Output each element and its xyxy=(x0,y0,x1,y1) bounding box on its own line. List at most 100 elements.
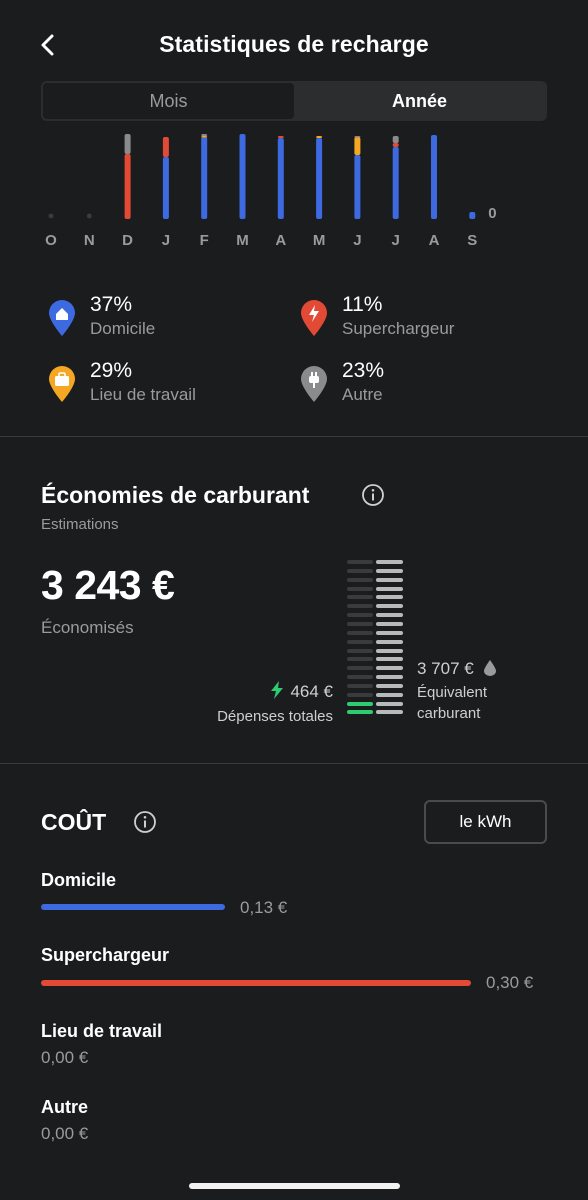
fuel-dash xyxy=(376,613,403,618)
total-spend: 464 € Dépenses totales xyxy=(217,681,333,725)
spend-dash xyxy=(347,675,373,680)
legend-pct: 11% xyxy=(342,293,383,316)
month-tick-label: N xyxy=(84,232,95,249)
cost-value-superchargeur: 0,30 € xyxy=(486,973,534,992)
fuel-dash xyxy=(376,621,403,626)
legend-pct: 29% xyxy=(90,359,133,382)
spend-dash xyxy=(347,710,373,715)
savings-title: Économies de carburant xyxy=(41,482,310,508)
month-tick-label: A xyxy=(275,232,286,249)
briefcase-icon xyxy=(49,366,75,402)
fuel-dash xyxy=(376,675,403,680)
legend-label: Superchargeur xyxy=(342,319,455,338)
fuel-dash xyxy=(376,683,403,688)
unit-toggle-button[interactable]: le kWh xyxy=(424,800,547,844)
cost-value-domicile: 0,13 € xyxy=(240,898,288,917)
spend-dash xyxy=(347,577,373,582)
bar-segment-lieu-de-travail xyxy=(316,136,323,138)
bar-segment-autre xyxy=(392,136,399,143)
month-tick-label: A xyxy=(429,232,440,249)
bar-segment-autre xyxy=(354,136,361,138)
spend-label: Dépenses totales xyxy=(217,708,333,725)
month-tick-label: S xyxy=(467,232,477,249)
tab-mois[interactable]: Mois xyxy=(43,83,294,119)
bar-segment-autre xyxy=(124,134,131,154)
bolt-icon xyxy=(271,681,284,699)
info-icon[interactable] xyxy=(361,483,385,507)
plug-icon xyxy=(301,366,327,402)
month-tick-label: O xyxy=(45,232,57,249)
fuel-equivalent: 3 707 € Équivalent carburant xyxy=(417,659,497,724)
fuel-dash xyxy=(376,701,403,706)
month-tick-label: M xyxy=(313,232,326,249)
bar-segment-domicile xyxy=(239,134,246,219)
spend-tower xyxy=(347,560,375,724)
spend-dash xyxy=(347,630,373,635)
legend-autre: 23% Autre xyxy=(300,359,540,415)
month-tick-label: M xyxy=(236,232,249,249)
spend-value: 464 € xyxy=(290,682,333,701)
fuel-dash xyxy=(376,560,403,564)
spend-dash xyxy=(347,621,373,626)
cost-label-domicile: Domicile xyxy=(41,870,117,890)
bar-segment-superchargeur xyxy=(277,136,284,138)
month-tick-label: J xyxy=(162,232,170,249)
fuel-value-row: 3 707 € xyxy=(417,659,497,679)
fuel-dash xyxy=(376,639,403,644)
cost-value-lieu-de-travail: 0,00 € xyxy=(41,1048,89,1067)
fuel-dash xyxy=(376,586,403,591)
bar-segment-domicile xyxy=(431,135,437,219)
divider xyxy=(0,763,588,764)
bar-segment-lieu-de-travail xyxy=(201,136,208,138)
fuel-value: 3 707 € xyxy=(417,659,474,678)
cost-label-lieu-de-travail: Lieu de travail xyxy=(41,1021,163,1041)
cost-label-superchargeur: Superchargeur xyxy=(41,945,170,965)
bar-segment-domicile xyxy=(162,157,169,219)
month-tick-label: J xyxy=(392,232,400,249)
savings-amount-label: Économisés xyxy=(41,618,134,637)
bar-segment-superchargeur xyxy=(124,154,131,219)
bar-segment-domicile xyxy=(277,138,284,219)
spend-dash xyxy=(347,657,373,662)
legend-lieu-de-travail: 29% Lieu de travail xyxy=(48,359,288,415)
bar-segment-domicile xyxy=(354,155,361,219)
spend-dash xyxy=(347,586,373,591)
fuel-dash xyxy=(376,692,403,697)
fuel-dash xyxy=(376,657,403,662)
fuel-dash xyxy=(376,666,403,671)
legend-pct: 23% xyxy=(342,359,385,382)
spend-dash xyxy=(347,568,373,573)
bar-segment-domicile xyxy=(469,212,476,219)
bar-value-label: 0 xyxy=(488,205,496,222)
savings-subtitle: Estimations xyxy=(41,516,119,533)
home-indicator[interactable] xyxy=(189,1183,400,1189)
info-icon[interactable] xyxy=(133,810,157,834)
divider xyxy=(0,436,588,437)
bar-segment-domicile xyxy=(201,137,208,219)
spend-dash xyxy=(347,666,373,671)
spend-dash xyxy=(347,604,373,609)
bar-segment-domicile xyxy=(392,147,399,219)
spend-value-row: 464 € xyxy=(217,681,333,702)
empty-month-dot xyxy=(48,213,54,219)
cost-bar-superchargeur xyxy=(41,980,471,986)
bar-segment-autre xyxy=(201,134,208,136)
empty-month-dot xyxy=(86,213,92,219)
fuel-dash xyxy=(376,648,403,653)
tab-annee[interactable]: Année xyxy=(294,83,545,119)
legend-label: Lieu de travail xyxy=(90,385,196,404)
fuel-tower xyxy=(376,560,404,724)
spend-dash xyxy=(347,701,373,706)
spend-dash xyxy=(347,595,373,600)
legend-domicile: 37% Domicile xyxy=(48,293,288,349)
header: Statistiques de recharge xyxy=(0,0,588,82)
cost-label-autre: Autre xyxy=(41,1097,89,1117)
bar-segment-superchargeur xyxy=(162,137,169,157)
spend-dash xyxy=(347,560,373,564)
bar-segment-superchargeur xyxy=(392,143,399,147)
fuel-dash xyxy=(376,577,403,582)
legend-superchargeur: 11% Superchargeur xyxy=(300,293,540,349)
bar-segment-domicile xyxy=(316,138,323,219)
month-tick-label: D xyxy=(122,232,133,249)
fuel-dash xyxy=(376,568,403,573)
